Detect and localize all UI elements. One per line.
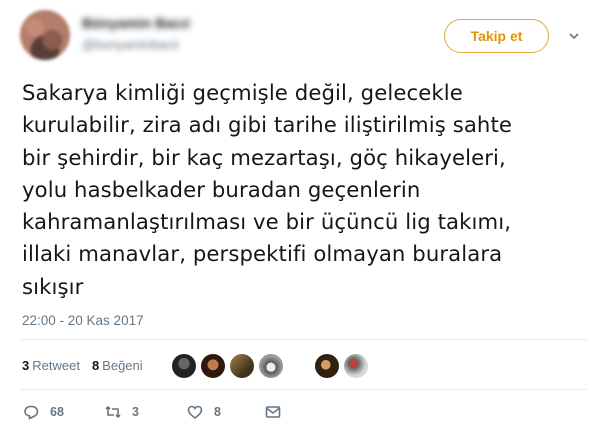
tweet-line: kahramanlaştırılması ve bir üçüncü lig t… xyxy=(22,209,512,235)
divider xyxy=(20,339,587,340)
like-stat[interactable]: 8 Beğeni xyxy=(92,358,143,373)
reply-button[interactable]: 68 xyxy=(22,403,64,421)
retweet-count: 3 xyxy=(132,405,139,419)
message-button[interactable] xyxy=(264,403,282,421)
engager-avatar[interactable] xyxy=(230,354,254,378)
user-handle[interactable]: @bunyaminbacii xyxy=(82,37,178,52)
retweet-icon xyxy=(105,405,121,419)
reply-count: 68 xyxy=(50,405,64,419)
engager-avatar[interactable] xyxy=(201,354,225,378)
tweet-line: illaki manavlar, perspektifi olmayan bur… xyxy=(22,241,503,267)
engager-avatars xyxy=(315,354,368,378)
tweet-timestamp[interactable]: 22:00 - 20 Kas 2017 xyxy=(22,313,144,328)
user-avatar[interactable] xyxy=(20,10,70,60)
like-button[interactable]: 8 xyxy=(186,403,221,421)
engager-avatar[interactable] xyxy=(172,354,196,378)
tweet-line: sıkışır xyxy=(22,273,84,299)
reply-icon xyxy=(24,405,39,420)
divider xyxy=(20,389,587,390)
retweet-stat-label: Retweet xyxy=(32,358,80,373)
tweet-text: Sakarya kimliği geçmişle değil, gelecekl… xyxy=(22,77,597,303)
like-stat-label: Beğeni xyxy=(102,358,143,373)
retweet-stat-count: 3 xyxy=(22,358,30,373)
user-display-name[interactable]: Bünyamin Bacıi xyxy=(82,15,190,31)
retweet-button[interactable]: 3 xyxy=(104,403,139,421)
engager-avatars xyxy=(172,354,283,378)
envelope-icon xyxy=(265,406,281,418)
heart-icon xyxy=(187,405,203,420)
retweet-stat[interactable]: 3 Retweet xyxy=(22,358,80,373)
follow-button[interactable]: Takip et xyxy=(444,19,549,53)
engager-avatar[interactable] xyxy=(344,354,368,378)
engager-avatar[interactable] xyxy=(259,354,283,378)
like-stat-count: 8 xyxy=(91,358,100,373)
chevron-down-icon[interactable] xyxy=(568,30,580,42)
tweet-line: kurulabilir, zira adı gibi tarihe ilişti… xyxy=(22,112,512,138)
like-count: 8 xyxy=(214,405,221,419)
tweet-line: Sakarya kimliği geçmişle değil, gelecekl… xyxy=(22,80,463,105)
engager-avatar[interactable] xyxy=(315,354,339,378)
engagement-stats: 3 Retweet 8 Beğeni xyxy=(22,358,143,373)
tweet-actions: 68 3 8 xyxy=(22,403,322,423)
tweet-line: bir şehirdir, bir kaç mezartaşı, göç hik… xyxy=(22,144,506,170)
tweet-line: yolu hasbelkader buradan geçenlerin xyxy=(22,176,421,202)
